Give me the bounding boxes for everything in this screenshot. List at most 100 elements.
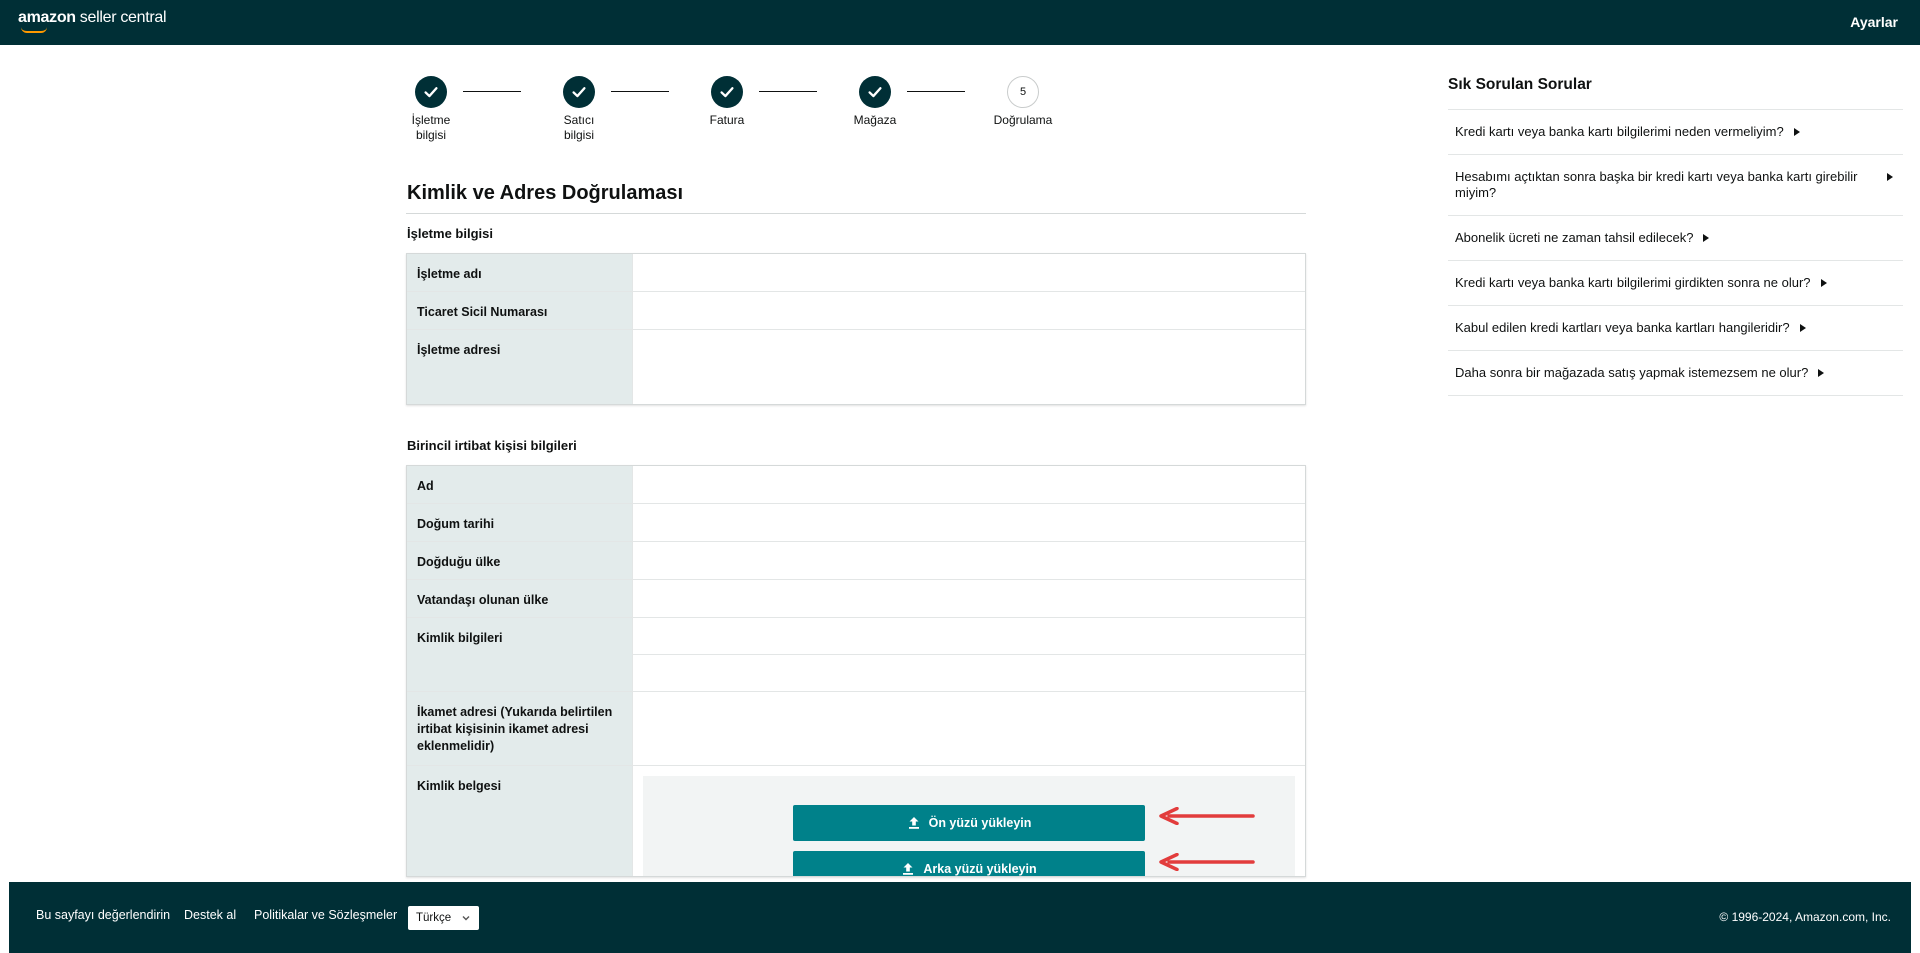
faq-question: Kabul edilen kredi kartları veya banka k… [1455, 320, 1790, 335]
rate-page-link[interactable]: Bu sayfayı değerlendirin [36, 908, 170, 922]
field-label: Kimlik bilgileri [407, 618, 632, 691]
amazon-smile-icon [21, 27, 47, 33]
upload-area: Ön yüzü yükleyin Arka yüzü yükleyin [643, 776, 1295, 876]
verification-form: Kimlik ve Adres Doğrulaması İşletme bilg… [406, 170, 1306, 877]
id-info-value [632, 618, 1305, 691]
page-title: Kimlik ve Adres Doğrulaması [406, 170, 1306, 214]
caret-right-icon [1820, 279, 1827, 287]
faq-question: Abonelik ücreti ne zaman tahsil edilecek… [1455, 230, 1694, 245]
table-row: Kimlik belgesi Ön yüzü yükleyin Arka yüz… [407, 766, 1305, 876]
registration-number-value [632, 292, 1305, 329]
step-connector [907, 91, 965, 92]
faq-item[interactable]: Kredi kartı veya banka kartı bilgilerimi… [1448, 261, 1903, 306]
chevron-down-icon [462, 916, 470, 921]
check-icon [563, 76, 595, 108]
policies-link[interactable]: Politikalar ve Sözleşmeler [254, 908, 397, 922]
caret-right-icon [1818, 369, 1825, 377]
faq-item[interactable]: Kabul edilen kredi kartları veya banka k… [1448, 306, 1903, 351]
faq-item[interactable]: Kredi kartı veya banka kartı bilgilerimi… [1448, 110, 1903, 155]
upload-front-button[interactable]: Ön yüzü yükleyin [793, 805, 1145, 841]
faq-item[interactable]: Abonelik ücreti ne zaman tahsil edilecek… [1448, 216, 1903, 261]
check-icon [415, 76, 447, 108]
upload-front-label: Ön yüzü yükleyin [928, 816, 1032, 830]
step-label: Fatura [709, 113, 745, 127]
faq-item[interactable]: Hesabımı açtıktan sonra başka bir kredi … [1448, 155, 1903, 216]
copyright-text: © 1996-2024, Amazon.com, Inc. [1719, 910, 1891, 924]
step-store: Mağaza [830, 76, 920, 128]
step-seller-info: Satıcı bilgisi [534, 76, 624, 143]
table-row: Ad [407, 466, 1305, 504]
step-connector [463, 91, 521, 92]
field-label: Doğum tarihi [407, 504, 632, 541]
step-connector [759, 91, 817, 92]
faq-panel: Sık Sorulan Sorular Kredi kartı veya ban… [1448, 76, 1903, 396]
residence-address-value [632, 692, 1305, 765]
caret-right-icon [1703, 234, 1710, 242]
step-label: İşletme bilgisi [411, 113, 451, 142]
table-row: Doğduğu ülke [407, 542, 1305, 580]
faq-title: Sık Sorulan Sorular [1448, 76, 1903, 110]
table-row: İşletme adı [407, 254, 1305, 292]
contact-info-table: Ad Doğum tarihi Doğduğu ülke Vatandaşı o… [406, 465, 1306, 877]
field-label: Vatandaşı olunan ülke [407, 580, 632, 617]
step-label: Satıcı bilgisi [563, 113, 595, 142]
table-row: İşletme adresi [407, 330, 1305, 404]
field-label: İşletme adresi [407, 330, 632, 404]
business-section-title: İşletme bilgisi [407, 226, 493, 241]
contact-section-title: Birincil irtibat kişisi bilgileri [407, 438, 577, 453]
caret-right-icon [1799, 324, 1806, 332]
table-row: Vatandaşı olunan ülke [407, 580, 1305, 618]
settings-link[interactable]: Ayarlar [1850, 14, 1898, 30]
page-footer: Bu sayfayı değerlendirin Destek al Polit… [9, 882, 1911, 953]
get-support-link[interactable]: Destek al [184, 908, 236, 922]
red-arrow-annotation-icon [1159, 853, 1255, 871]
table-row: Kimlik bilgileri [407, 618, 1305, 692]
step-number-badge: 5 [1007, 76, 1039, 108]
name-value [632, 466, 1305, 503]
field-label: Kimlik belgesi [407, 766, 632, 876]
top-navigation-bar: amazon seller central Ayarlar [0, 0, 1920, 45]
step-label: Mağaza [853, 113, 897, 127]
upload-icon [908, 817, 919, 829]
field-label: Doğduğu ülke [407, 542, 632, 579]
faq-item[interactable]: Daha sonra bir mağazada satış yapmak ist… [1448, 351, 1903, 396]
step-business-info: İşletme bilgisi [386, 76, 476, 143]
id-document-upload-cell: Ön yüzü yükleyin Arka yüzü yükleyin [632, 766, 1305, 876]
red-arrow-annotation-icon [1159, 807, 1255, 825]
birth-country-value [632, 542, 1305, 579]
step-billing: Fatura [682, 76, 772, 128]
birth-date-value [632, 504, 1305, 541]
business-info-table: İşletme adı Ticaret Sicil Numarası İşlet… [406, 253, 1306, 405]
step-connector [611, 91, 669, 92]
business-address-value [632, 330, 1305, 404]
upload-icon [903, 863, 914, 875]
business-name-value [632, 254, 1305, 291]
language-select[interactable]: Türkçe [408, 906, 479, 930]
caret-right-icon [1793, 128, 1800, 136]
field-label: Ticaret Sicil Numarası [407, 292, 632, 329]
citizenship-value [632, 580, 1305, 617]
faq-question: Daha sonra bir mağazada satış yapmak ist… [1455, 365, 1809, 380]
table-row: Doğum tarihi [407, 504, 1305, 542]
field-label: Ad [407, 466, 632, 503]
upload-back-label: Arka yüzü yükleyin [923, 862, 1037, 876]
step-label: Doğrulama [993, 113, 1053, 127]
language-selected: Türkçe [416, 912, 452, 924]
table-row: Ticaret Sicil Numarası [407, 292, 1305, 330]
field-label: İşletme adı [407, 254, 632, 291]
id-info-line [633, 618, 1305, 655]
faq-question: Kredi kartı veya banka kartı bilgilerimi… [1455, 124, 1784, 139]
faq-question: Kredi kartı veya banka kartı bilgilerimi… [1455, 275, 1811, 290]
faq-question: Hesabımı açtıktan sonra başka bir kredi … [1455, 169, 1858, 200]
id-info-line [633, 655, 1305, 691]
field-label: İkamet adresi (Yukarıda belirtilen irtib… [407, 692, 632, 765]
check-icon [859, 76, 891, 108]
amazon-seller-central-logo[interactable]: amazon seller central [18, 9, 167, 33]
step-verification: 5 Doğrulama [978, 76, 1068, 128]
upload-back-button[interactable]: Arka yüzü yükleyin [793, 851, 1145, 876]
logo-product: seller central [79, 9, 167, 26]
caret-right-icon [1887, 173, 1893, 181]
table-row: İkamet adresi (Yukarıda belirtilen irtib… [407, 692, 1305, 766]
logo-brand: amazon [18, 9, 76, 26]
check-icon [711, 76, 743, 108]
